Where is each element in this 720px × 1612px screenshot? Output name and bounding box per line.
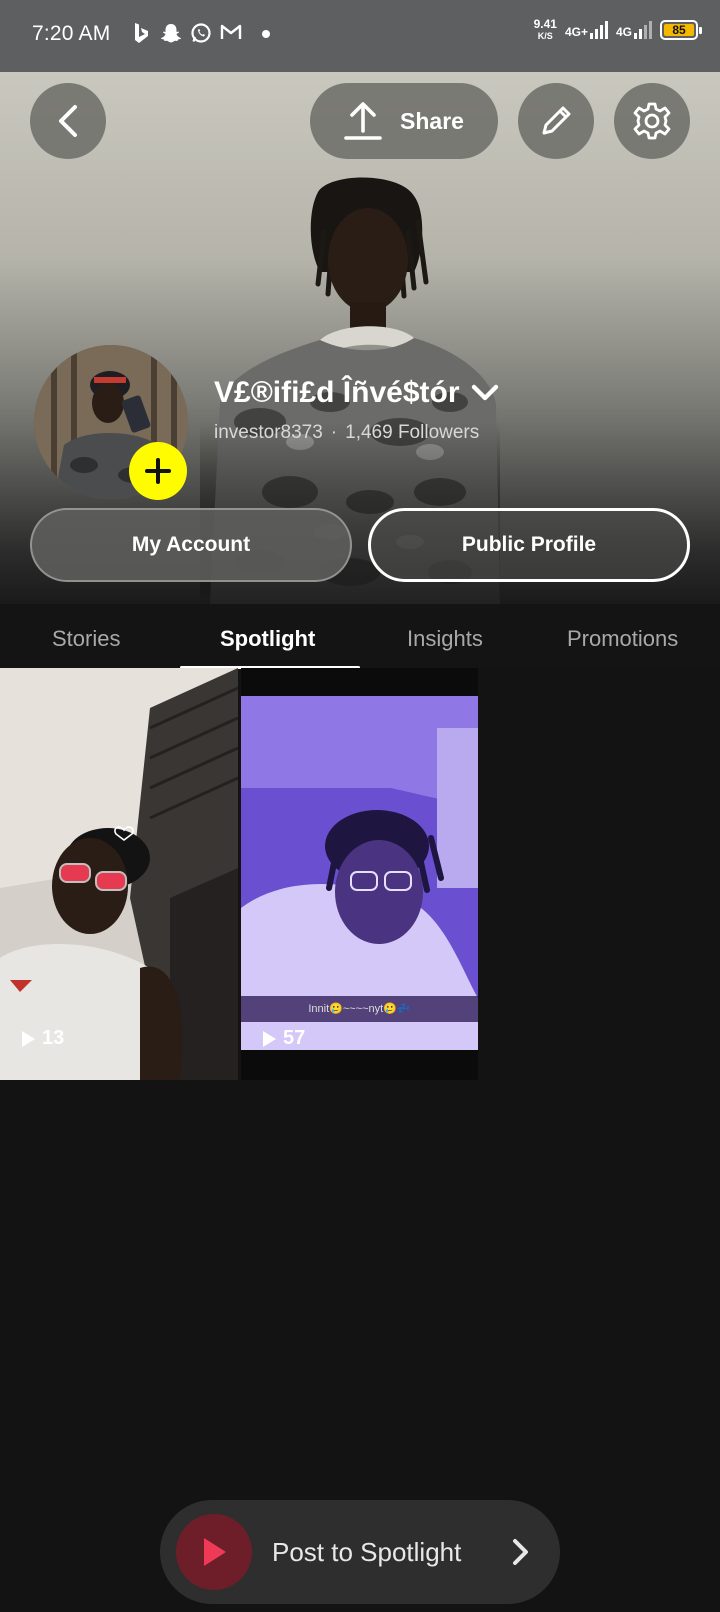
chevron-down-icon (471, 384, 498, 401)
followers-count[interactable]: 1,469 Followers (345, 422, 479, 443)
settings-button[interactable] (614, 83, 690, 159)
share-label: Share (400, 107, 464, 134)
separator: · (330, 422, 338, 443)
view-count-value: 57 (283, 1027, 306, 1049)
share-button[interactable]: Share (310, 83, 498, 159)
profile-subtitle: investor8373 · 1,469 Followers (214, 422, 479, 444)
notification-icons (130, 22, 270, 46)
display-name-row[interactable]: V£®ifi£d Îñvé$tór (214, 376, 500, 410)
share-upload-icon (344, 102, 382, 140)
signal-2: 4G (616, 21, 652, 39)
spotlight-tile[interactable]: 13 (0, 668, 238, 1080)
bing-icon (130, 22, 152, 46)
network-speed: 9.41 K/S (534, 18, 557, 42)
post-to-spotlight-button[interactable]: Post to Spotlight (160, 1500, 560, 1604)
snapchat-icon (160, 22, 182, 46)
back-button[interactable] (30, 83, 106, 159)
more-notifications-dot (262, 30, 270, 38)
status-bar: 7:20 AM 9.41 K/S 4G+ 4G 85 (0, 0, 720, 72)
profile-hero: Share V£®ifi£d Îñvé$tór investor8373 · 1,4… (0, 72, 720, 604)
tab-insights[interactable]: Insights (407, 626, 483, 652)
spotlight-play-button (176, 1514, 252, 1590)
network-speed-unit: K/S (537, 31, 553, 41)
whatsapp-icon (190, 22, 212, 46)
network-type-1: 4G+ (564, 25, 588, 39)
signal-bars-icon (634, 21, 652, 39)
gmail-icon (220, 22, 242, 46)
chevron-right-icon (513, 1539, 528, 1565)
post-to-spotlight-label: Post to Spotlight (272, 1536, 462, 1567)
network-type-2: 4G (615, 25, 632, 39)
my-account-label: My Account (131, 533, 251, 556)
play-icon (22, 1030, 35, 1047)
pencil-icon (542, 106, 571, 135)
chevron-left-icon (59, 105, 77, 137)
gear-icon (633, 102, 671, 140)
username: investor8373 (214, 422, 323, 443)
spotlight-thumbnail (0, 668, 238, 1080)
status-time: 7:20 AM (32, 22, 111, 45)
signal-1: 4G+ (565, 21, 608, 39)
profile-tabs: Stories Spotlight Insights Promotions (0, 604, 720, 669)
plus-icon (145, 458, 171, 484)
public-profile-label: Public Profile (461, 533, 597, 556)
spotlight-caption: Innit🥲~~~~nyt🥲💤 (241, 996, 478, 1022)
battery-level: 85 (664, 24, 694, 36)
edit-button[interactable] (518, 83, 594, 159)
battery-icon: 85 (660, 20, 702, 40)
signal-bars-icon (589, 21, 608, 39)
tab-spotlight[interactable]: Spotlight (220, 626, 315, 652)
view-count: 57 (261, 1027, 305, 1050)
status-right: 9.41 K/S 4G+ 4G 85 (534, 18, 702, 42)
display-name: V£®ifi£d Îñvé$tór (214, 376, 460, 409)
tab-promotions[interactable]: Promotions (567, 626, 678, 652)
network-speed-value: 9.41 (533, 17, 557, 31)
my-account-button[interactable]: My Account (30, 508, 352, 582)
public-profile-button[interactable]: Public Profile (368, 508, 690, 582)
tab-stories[interactable]: Stories (52, 626, 120, 652)
play-icon (204, 1538, 226, 1566)
add-story-button[interactable] (129, 442, 187, 500)
view-count: 13 (20, 1027, 64, 1050)
view-count-value: 13 (42, 1027, 65, 1049)
play-icon (263, 1030, 276, 1047)
spotlight-tile[interactable]: Innit🥲~~~~nyt🥲💤 57 (241, 668, 478, 1080)
